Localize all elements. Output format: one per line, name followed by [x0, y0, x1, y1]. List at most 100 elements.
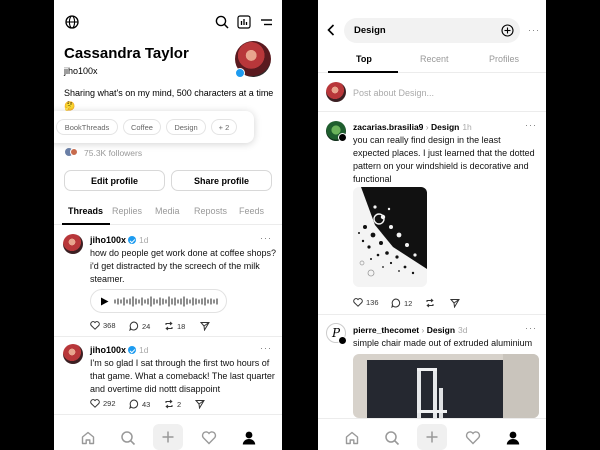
- profile-icon[interactable]: [241, 430, 257, 446]
- profile-icon[interactable]: [505, 430, 521, 446]
- share-stat[interactable]: [200, 321, 210, 331]
- post-divider: [54, 336, 282, 337]
- tag-chip-more[interactable]: + 2: [211, 119, 237, 135]
- tab-feeds[interactable]: Feeds: [239, 206, 264, 216]
- like-stat[interactable]: 136: [353, 298, 379, 307]
- more-icon[interactable]: ···: [528, 25, 540, 35]
- send-icon: [195, 400, 205, 409]
- plus-icon: [162, 431, 174, 443]
- heart-icon[interactable]: [201, 430, 217, 446]
- heart-icon: [90, 321, 100, 330]
- reply-count: 24: [142, 321, 151, 331]
- active-tab-indicator: [62, 223, 110, 225]
- compose-input[interactable]: Post about Design...: [353, 88, 434, 98]
- share-stat[interactable]: [195, 399, 205, 409]
- repost-stat[interactable]: 18: [164, 321, 185, 331]
- tag-chip[interactable]: Coffee: [123, 119, 161, 135]
- like-stat[interactable]: 368: [90, 321, 116, 330]
- followers-count[interactable]: 75.3K followers: [84, 148, 142, 158]
- search-icon[interactable]: [214, 14, 230, 30]
- active-tab-indicator: [328, 71, 398, 73]
- reply-stat[interactable]: 12: [391, 298, 412, 308]
- new-post-button[interactable]: [153, 424, 183, 450]
- nav-divider: [54, 414, 282, 415]
- play-icon[interactable]: [100, 297, 109, 306]
- tab-recent[interactable]: Recent: [420, 54, 449, 64]
- username-text[interactable]: zacarias.brasilia9: [353, 122, 423, 132]
- like-count: 136: [366, 298, 379, 307]
- post-text: simple chair made out of extruded alumin…: [353, 338, 533, 348]
- insights-icon[interactable]: [236, 14, 252, 30]
- post-header[interactable]: zacarias.brasilia9 › Design 1h: [353, 122, 472, 132]
- avatar[interactable]: [63, 234, 83, 254]
- profile-handle: jiho100x: [64, 66, 98, 76]
- repost-stat[interactable]: [425, 298, 435, 308]
- nav-divider: [318, 418, 546, 419]
- comment-icon: [129, 321, 139, 331]
- username-text[interactable]: pierre_thecomet: [353, 325, 419, 335]
- tab-replies[interactable]: Replies: [112, 206, 142, 216]
- globe-icon[interactable]: [64, 14, 80, 30]
- verified-icon: [128, 346, 137, 354]
- menu-icon[interactable]: [258, 14, 274, 30]
- heart-icon: [353, 298, 363, 307]
- tab-top[interactable]: Top: [356, 54, 372, 64]
- avatar: [326, 82, 346, 102]
- post-username[interactable]: jiho100x 1d: [90, 235, 149, 245]
- repost-count: 18: [177, 321, 186, 331]
- post-image[interactable]: [353, 187, 427, 287]
- profile-bio: Sharing what's on my mind, 500 character…: [64, 87, 276, 113]
- reply-stat[interactable]: 24: [129, 321, 150, 331]
- add-icon[interactable]: [235, 68, 245, 78]
- home-icon[interactable]: [80, 430, 96, 446]
- audio-player[interactable]: [90, 289, 227, 313]
- topic-tag[interactable]: Design: [431, 122, 459, 132]
- add-circle-icon[interactable]: [501, 24, 514, 37]
- new-post-button[interactable]: [417, 424, 447, 450]
- more-icon[interactable]: ···: [525, 323, 537, 333]
- repost-stat[interactable]: 2: [164, 399, 181, 409]
- profile-screen: Cassandra Taylor jiho100x Sharing what's…: [54, 0, 282, 450]
- more-icon[interactable]: ···: [525, 120, 537, 130]
- tab-media[interactable]: Media: [155, 206, 180, 216]
- repost-icon: [165, 399, 173, 409]
- share-profile-button[interactable]: Share profile: [171, 170, 272, 191]
- post-time: 1d: [139, 345, 149, 355]
- follow-badge[interactable]: [338, 336, 347, 345]
- repost-icon: [426, 298, 434, 308]
- reply-stat[interactable]: 43: [129, 399, 150, 409]
- post-username[interactable]: jiho100x 1d: [90, 345, 149, 355]
- more-icon[interactable]: ···: [260, 343, 272, 353]
- like-count: 368: [103, 321, 116, 330]
- post-divider: [318, 314, 546, 315]
- tab-reposts[interactable]: Reposts: [194, 206, 227, 216]
- share-stat[interactable]: [450, 298, 460, 308]
- search-screen: Design ··· Top Recent Profiles Post abou…: [318, 0, 546, 450]
- back-icon[interactable]: [324, 23, 338, 37]
- search-query[interactable]: Design: [354, 25, 386, 36]
- post-image[interactable]: [353, 354, 539, 418]
- heart-icon[interactable]: [465, 430, 481, 446]
- post-time: 3d: [458, 325, 468, 335]
- topic-tag[interactable]: Design: [427, 325, 455, 335]
- like-stat[interactable]: 292: [90, 399, 116, 408]
- search-icon[interactable]: [120, 430, 136, 446]
- username-text: jiho100x: [90, 235, 127, 245]
- post-text: you can really find design in the least …: [353, 135, 535, 184]
- like-count: 292: [103, 399, 116, 408]
- avatar[interactable]: [63, 344, 83, 364]
- comment-icon: [129, 399, 139, 409]
- tag-chip[interactable]: BookThreads: [56, 119, 118, 135]
- edit-profile-button[interactable]: Edit profile: [64, 170, 165, 191]
- post-header[interactable]: pierre_thecomet › Design 3d: [353, 325, 468, 335]
- tab-threads[interactable]: Threads: [68, 206, 103, 216]
- search-icon[interactable]: [384, 430, 400, 446]
- tab-profiles[interactable]: Profiles: [489, 54, 519, 64]
- more-icon[interactable]: ···: [260, 233, 272, 243]
- send-icon: [450, 299, 460, 308]
- home-icon[interactable]: [344, 430, 360, 446]
- post-text: how do people get work done at coffee sh…: [90, 248, 276, 284]
- search-bar[interactable]: Design: [344, 18, 520, 43]
- tag-chip[interactable]: Design: [166, 119, 206, 135]
- follow-badge[interactable]: [338, 133, 347, 142]
